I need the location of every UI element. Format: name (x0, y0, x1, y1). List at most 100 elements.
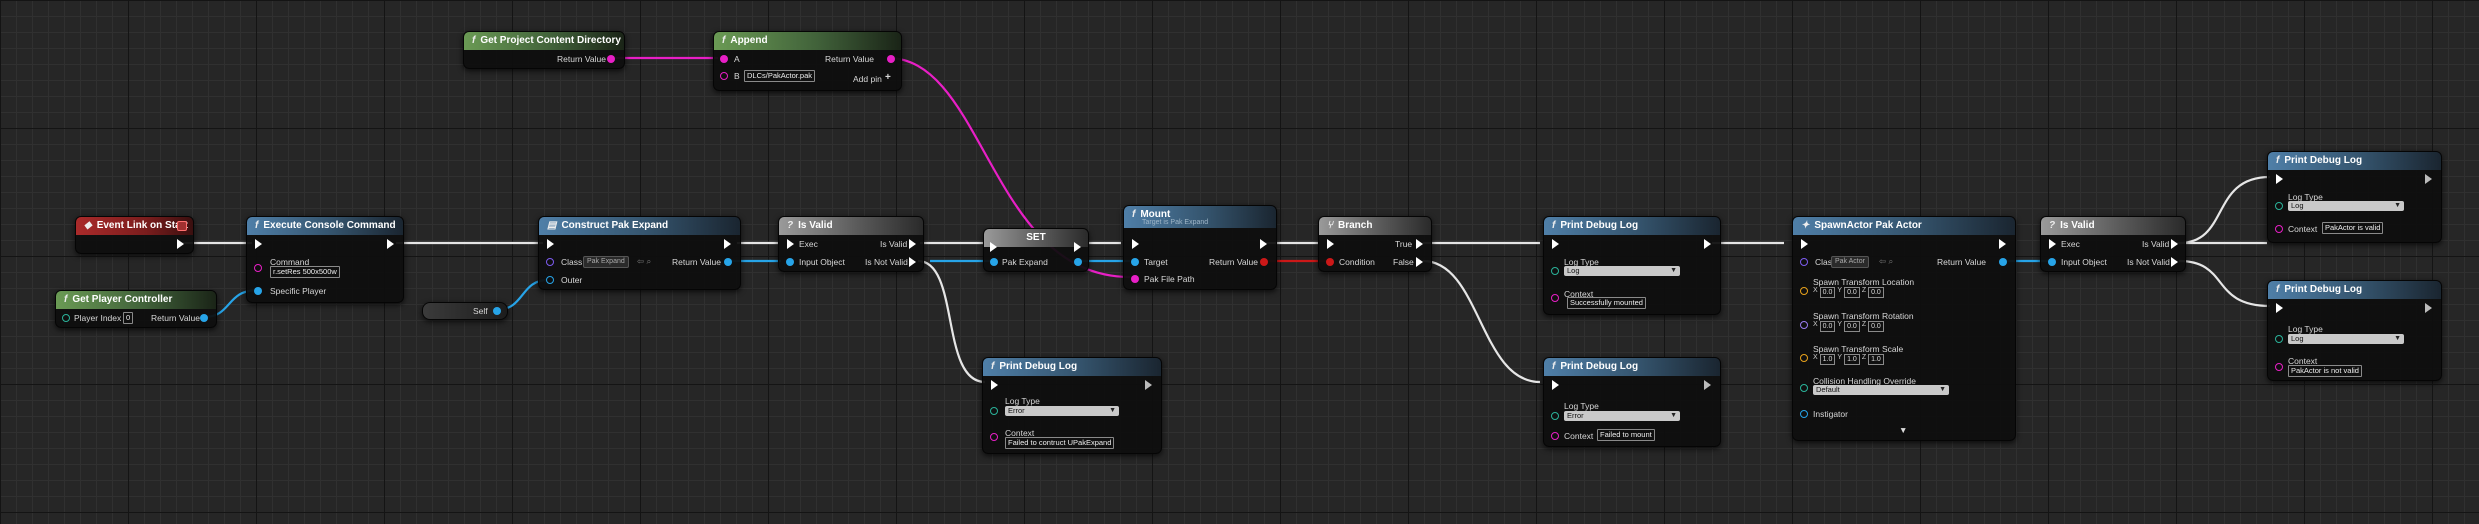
node-construct-pak-expand[interactable]: ▤ Construct Pak Expand Class Pak Expand ⇦… (538, 216, 741, 290)
node-print-debug-log-valid[interactable]: f Print Debug Log Log Type Log ▼ Context P… (2267, 151, 2442, 243)
node-print-debug-log-not-valid[interactable]: f Print Debug Log Log Type Log ▼ Context P… (2267, 280, 2442, 381)
b-value-input[interactable]: DLCs/PakActor.pak (744, 70, 816, 82)
context-pin[interactable] (1551, 432, 1559, 440)
class-select[interactable]: Pak Actor (1831, 256, 1869, 268)
command-input[interactable]: r.setRes 500x500w (270, 266, 340, 278)
pak-file-path-pin[interactable] (1131, 275, 1139, 283)
log-type-pin[interactable] (1551, 412, 1559, 420)
return-value-pin[interactable] (1260, 258, 1268, 266)
context-pin[interactable] (2275, 225, 2283, 233)
a-pin[interactable] (720, 55, 728, 63)
node-append[interactable]: f Append A B DLCs/PakActor.pak Return Val… (713, 31, 902, 91)
exec-in-pin[interactable] (1552, 239, 1559, 249)
exec-in-pin[interactable] (1801, 239, 1808, 249)
exec-in-pin[interactable] (2049, 239, 2056, 249)
location-x-input[interactable]: 0.0 (1819, 287, 1836, 298)
context-input[interactable]: Successfully mounted (1567, 297, 1646, 309)
self-out-pin[interactable] (493, 307, 501, 315)
location-y-input[interactable]: 0.0 (1844, 287, 1860, 298)
node-print-debug-log-success[interactable]: f Print Debug Log Log Type Log ▼ Context S… (1543, 216, 1721, 315)
target-pin[interactable] (1131, 258, 1139, 266)
location-pin[interactable] (1800, 287, 1808, 295)
exec-in-pin[interactable] (1327, 239, 1334, 249)
log-type-pin[interactable] (990, 407, 998, 415)
context-input[interactable]: PakActor is valid (2322, 222, 2384, 234)
scale-pin[interactable] (1800, 354, 1808, 362)
node-get-project-content-directory[interactable]: f Get Project Content Directory Return Va… (463, 31, 625, 69)
log-type-select[interactable]: Error ▼ (1564, 411, 1680, 421)
return-value-pin[interactable] (200, 314, 208, 322)
location-vector[interactable]: X 0.0 Y 0.0 Z 0.0 (1813, 287, 1884, 298)
command-pin[interactable] (254, 264, 262, 272)
context-input[interactable]: PakActor is not valid (2288, 365, 2362, 377)
exec-out-pin[interactable] (2425, 174, 2432, 184)
add-pin-button[interactable]: + (885, 72, 891, 83)
is-not-valid-pin[interactable] (909, 257, 916, 267)
exec-out-pin[interactable] (177, 239, 184, 249)
class-select[interactable]: Pak Expand (583, 256, 629, 268)
log-type-pin[interactable] (2275, 202, 2283, 210)
node-print-debug-log-failed-construct[interactable]: f Print Debug Log Log Type Error ▼ Context… (982, 357, 1162, 454)
specific-player-pin[interactable] (254, 287, 262, 295)
log-type-pin[interactable] (2275, 335, 2283, 343)
exec-out-pin[interactable] (2425, 303, 2432, 313)
exec-out-pin[interactable] (1260, 239, 1267, 249)
node-self[interactable]: Self (422, 302, 508, 320)
player-index-input[interactable]: 0 (123, 312, 134, 324)
is-valid-pin[interactable] (909, 239, 916, 249)
exec-in-pin[interactable] (2276, 174, 2283, 184)
input-object-pin[interactable] (2048, 258, 2056, 266)
pak-expand-out-pin[interactable] (1074, 258, 1082, 266)
return-value-pin[interactable] (887, 55, 895, 63)
exec-in-pin[interactable] (990, 242, 997, 252)
node-is-valid-2[interactable]: ? Is Valid Exec Input Object Is Valid Is … (2040, 216, 2186, 272)
log-type-select[interactable]: Error ▼ (1005, 406, 1119, 416)
condition-pin[interactable] (1326, 258, 1334, 266)
class-browse-icon[interactable]: ⇦ ⌕ (1879, 256, 1893, 267)
node-mount[interactable]: f Mount Target is Pak Expand Target Pak Fi… (1123, 205, 1277, 290)
input-object-pin[interactable] (786, 258, 794, 266)
collision-pin[interactable] (1800, 384, 1808, 392)
node-print-debug-log-failed-mount[interactable]: f Print Debug Log Log Type Error ▼ Context… (1543, 357, 1721, 447)
exec-out-pin[interactable] (1704, 380, 1711, 390)
scale-vector[interactable]: X 1.0 Y 1.0 Z 1.0 (1813, 354, 1884, 365)
exec-in-pin[interactable] (255, 239, 262, 249)
context-pin[interactable] (2275, 363, 2283, 371)
rotation-pin[interactable] (1800, 321, 1808, 329)
log-type-pin[interactable] (1551, 267, 1559, 275)
is-valid-pin[interactable] (2171, 239, 2178, 249)
rotation-vector[interactable]: X 0.0 Y 0.0 Z 0.0 (1813, 321, 1884, 332)
return-value-pin[interactable] (724, 258, 732, 266)
rotation-x-input[interactable]: 0.0 (1819, 321, 1836, 332)
context-input[interactable]: Failed to mount (1597, 429, 1655, 441)
node-branch[interactable]: ⑂ Branch Condition True False (1318, 216, 1432, 272)
scale-z-input[interactable]: 1.0 (1868, 354, 1884, 365)
node-event-link-on-start[interactable]: ◆ Event Link on Start (75, 216, 194, 254)
instigator-pin[interactable] (1800, 410, 1808, 418)
class-pin[interactable] (546, 258, 554, 266)
exec-out-pin[interactable] (724, 239, 731, 249)
true-pin[interactable] (1416, 239, 1423, 249)
context-pin[interactable] (1551, 294, 1559, 302)
return-value-pin[interactable] (607, 55, 615, 63)
exec-out-pin[interactable] (1704, 239, 1711, 249)
exec-in-pin[interactable] (2276, 303, 2283, 313)
rotation-z-input[interactable]: 0.0 (1868, 321, 1884, 332)
node-set[interactable]: SET Pak Expand (983, 228, 1089, 272)
exec-out-pin[interactable] (1145, 380, 1152, 390)
false-pin[interactable] (1416, 257, 1423, 267)
class-pin[interactable] (1800, 258, 1808, 266)
log-type-select[interactable]: Log ▼ (2288, 201, 2404, 211)
expand-arrow-icon[interactable]: ▼ (1899, 425, 1907, 435)
collision-select[interactable]: Default ▼ (1813, 385, 1949, 395)
pak-expand-pin[interactable] (990, 258, 998, 266)
log-type-select[interactable]: Log ▼ (2288, 334, 2404, 344)
context-input[interactable]: Failed to contruct UPakExpand (1005, 437, 1115, 449)
class-browse-icon[interactable]: ⇦ ⌕ (637, 256, 651, 267)
exec-in-pin[interactable] (991, 380, 998, 390)
is-not-valid-pin[interactable] (2171, 257, 2178, 267)
context-pin[interactable] (990, 433, 998, 441)
exec-out-pin[interactable] (387, 239, 394, 249)
exec-in-pin[interactable] (1132, 239, 1139, 249)
b-pin[interactable] (720, 72, 728, 80)
